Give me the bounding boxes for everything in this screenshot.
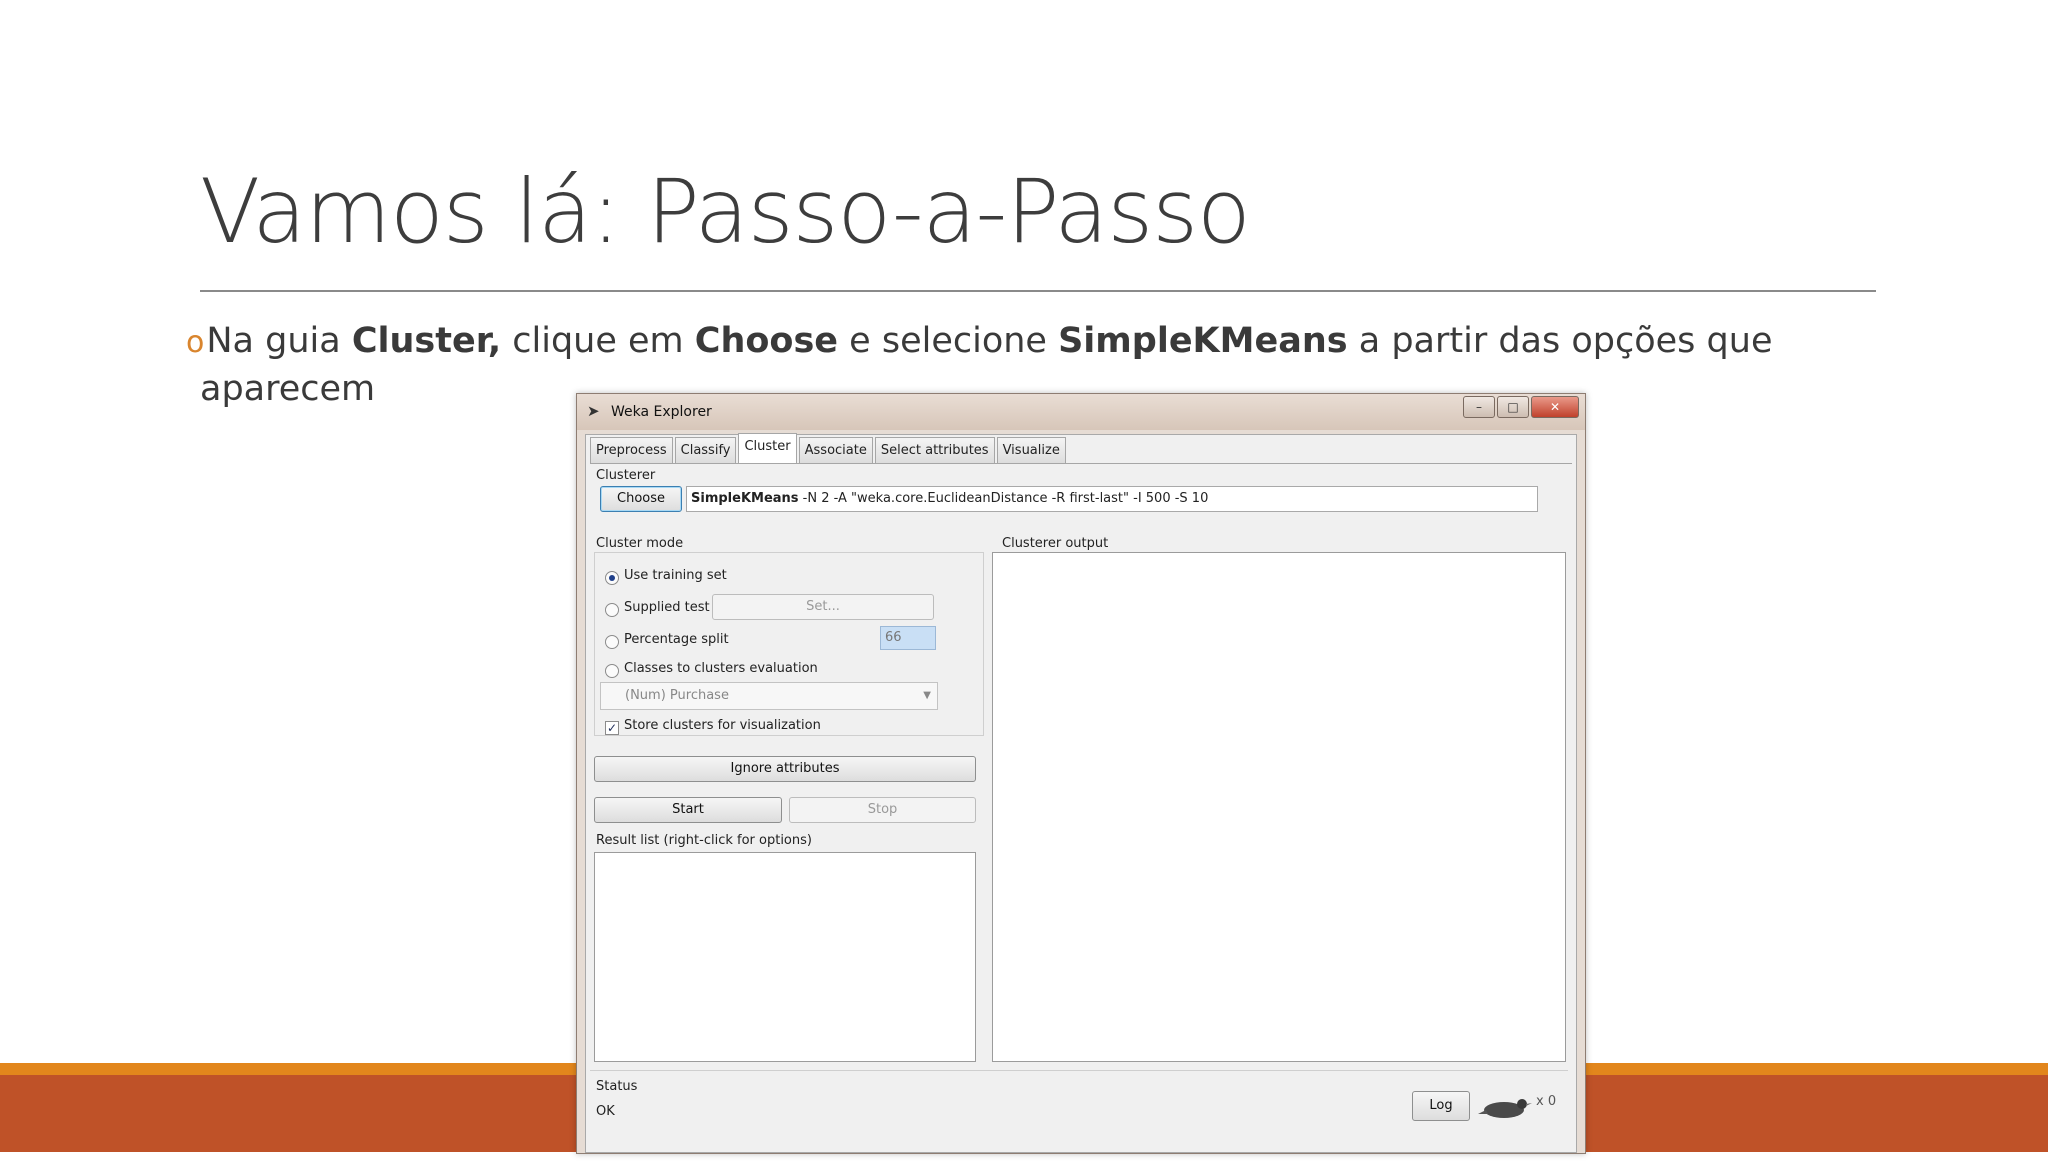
bullet-bold-simplekmeans: SimpleKMeans (1058, 321, 1348, 361)
bullet-text-4: a partir das opções que (1347, 321, 1773, 361)
window-title: Weka Explorer (611, 404, 712, 420)
status-label: Status (596, 1079, 638, 1094)
weka-explorer-window: ➤ Weka Explorer – □ ✕ Preprocess Classif… (576, 393, 1586, 1154)
window-controls: – □ ✕ (1463, 396, 1579, 418)
bullet-text-3: e selecione (838, 321, 1059, 361)
bullet-bold-cluster: Cluster, (351, 321, 502, 361)
clusterer-config-field[interactable]: SimpleKMeans -N 2 -A "weka.core.Euclidea… (686, 486, 1538, 512)
tab-associate[interactable]: Associate (798, 437, 873, 464)
percentage-split-label: Percentage split (624, 632, 729, 647)
store-clusters-checkbox[interactable]: ✓ (605, 721, 619, 735)
set-test-set-button[interactable]: Set... (712, 594, 934, 620)
clusterer-label: Clusterer (596, 468, 656, 483)
result-list[interactable] (594, 852, 976, 1062)
title-divider (200, 290, 1876, 292)
minimize-button[interactable]: – (1463, 396, 1495, 418)
close-button[interactable]: ✕ (1531, 396, 1579, 418)
weka-bird-status-icon (1478, 1094, 1532, 1120)
class-attribute-select[interactable]: (Num) Purchase ▼ (600, 682, 938, 710)
weka-bird-icon: ➤ (587, 402, 600, 420)
tab-preprocess[interactable]: Preprocess (590, 437, 673, 464)
result-list-label: Result list (right-click for options) (596, 833, 812, 848)
cluster-mode-label: Cluster mode (596, 536, 684, 551)
window-client: Preprocess Classify Cluster Associate Se… (585, 433, 1577, 1153)
clusterer-output-label: Clusterer output (1002, 536, 1109, 551)
ignore-attributes-button[interactable]: Ignore attributes (594, 756, 976, 782)
bullet-bold-choose: Choose (694, 321, 839, 361)
tab-visualize[interactable]: Visualize (996, 437, 1066, 464)
classes-to-clusters-radio[interactable] (605, 664, 619, 678)
tab-classify[interactable]: Classify (674, 437, 737, 464)
supplied-test-set-radio[interactable] (605, 603, 619, 617)
choose-button[interactable]: Choose (600, 486, 682, 512)
use-training-set-radio[interactable] (605, 571, 619, 585)
log-button[interactable]: Log (1412, 1091, 1470, 1121)
tab-select-attributes[interactable]: Select attributes (874, 437, 995, 464)
percentage-split-input[interactable]: 66 (880, 626, 936, 650)
class-attribute-value: (Num) Purchase (625, 688, 729, 703)
bullet-text-2: clique em (501, 321, 695, 361)
clusterer-options: -N 2 -A "weka.core.EuclideanDistance -R … (798, 491, 1209, 506)
status-value: OK (596, 1104, 615, 1119)
bullet-text-1: Na guia (206, 321, 352, 361)
tab-cluster[interactable]: Cluster (738, 433, 797, 464)
store-clusters-label: Store clusters for visualization (624, 718, 821, 733)
clusterer-output-area[interactable] (992, 552, 1566, 1062)
clusterer-name: SimpleKMeans (691, 491, 799, 506)
percentage-split-radio[interactable] (605, 635, 619, 649)
use-training-set-label: Use training set (624, 568, 727, 583)
classes-to-clusters-label: Classes to clusters evaluation (624, 661, 818, 676)
cluster-panel: Clusterer Choose SimpleKMeans -N 2 -A "w… (590, 463, 1572, 1152)
chevron-down-icon: ▼ (923, 690, 931, 701)
tab-bar: Preprocess Classify Cluster Associate Se… (590, 433, 1068, 464)
slide-title: Vamos lá: Passo-a-Passo (200, 160, 1251, 263)
start-button[interactable]: Start (594, 797, 782, 823)
window-titlebar[interactable]: ➤ Weka Explorer – □ ✕ (577, 394, 1585, 430)
status-count: x 0 (1536, 1094, 1557, 1109)
maximize-button[interactable]: □ (1497, 396, 1529, 418)
stop-button[interactable]: Stop (789, 797, 976, 823)
bullet-marker: o (186, 325, 205, 360)
